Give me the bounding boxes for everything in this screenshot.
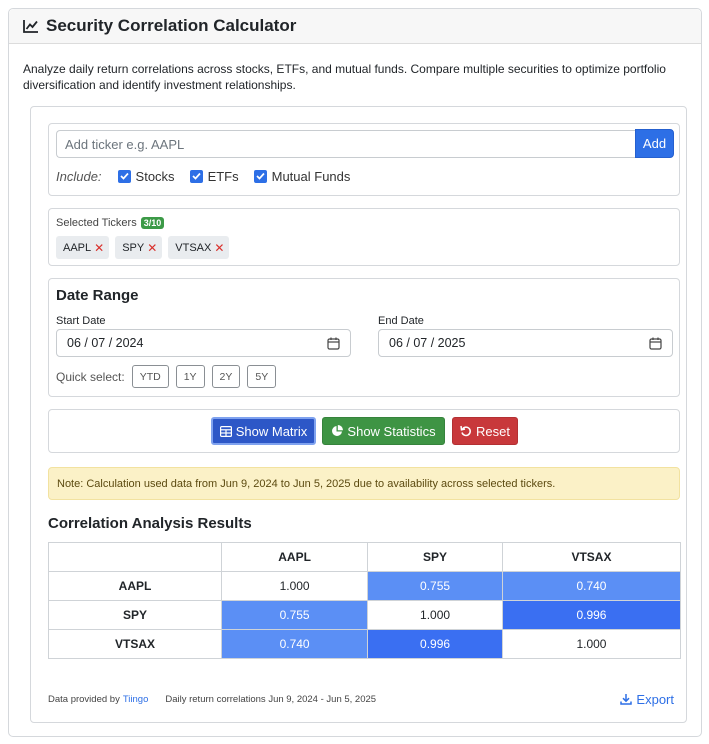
column-header: AAPL [220,542,369,572]
start-date-value: 06 / 07 / 2024 [67,336,144,350]
undo-icon [460,425,471,437]
correlation-cell: 1.000 [501,629,682,659]
ticker-chip-label: SPY [122,241,145,254]
remove-icon[interactable]: ✕ [147,241,157,255]
calculator-panel: Add Include: Stocks ETFs [30,106,687,723]
quick-select-label: Quick select: [56,369,125,384]
quick-select: Quick select: YTD 1Y 2Y 5Y [56,365,283,388]
start-date-input[interactable]: 06 / 07 / 2024 [56,329,351,357]
ticker-input[interactable] [56,130,635,158]
actions-box: Show Matrix Show Statistics Reset [48,409,680,453]
row-header: SPY [48,600,222,630]
show-statistics-button[interactable]: Show Statistics [322,417,445,445]
table-row: SPY 0.755 1.000 0.996 [48,600,682,630]
show-matrix-button[interactable]: Show Matrix [211,417,316,445]
quick-5y-button[interactable]: 5Y [247,365,277,388]
ticker-count-badge: 3/10 [140,217,165,229]
selected-tickers-title: Selected Tickers 3/10 [56,217,165,229]
quick-2y-button[interactable]: 2Y [211,365,241,388]
checkbox-checked-icon[interactable] [253,169,267,183]
reset-button[interactable]: Reset [452,417,518,445]
mutual-funds-label: Mutual Funds [271,168,351,184]
ticker-chip-label: VTSAX [175,241,212,254]
show-matrix-label: Show Matrix [235,423,308,439]
export-button[interactable]: Export [620,689,674,709]
table-header-row: AAPL SPY VTSAX [48,542,682,572]
mutual-funds-checkbox[interactable]: Mutual Funds [253,168,351,184]
include-label: Include: [56,168,102,184]
correlation-cell: 0.740 [501,571,682,601]
export-label: Export [636,691,674,707]
calendar-icon[interactable] [327,337,340,350]
ticker-entry-box: Add Include: Stocks ETFs [48,123,680,196]
start-date-label: Start Date [56,315,106,327]
column-header: SPY [367,542,503,572]
row-header: AAPL [48,571,222,601]
add-ticker-button[interactable]: Add [635,129,674,158]
etfs-checkbox[interactable]: ETFs [189,168,239,184]
date-range-title: Date Range [56,287,139,304]
reset-label: Reset [476,423,510,439]
row-header: VTSAX [48,629,222,659]
ticker-chips: AAPL ✕ SPY ✕ VTSAX ✕ [56,236,235,259]
stocks-checkbox[interactable]: Stocks [117,168,175,184]
include-filters: Include: Stocks ETFs Mutual Funds [56,166,365,186]
table-row: VTSAX 0.740 0.996 1.000 [48,629,682,659]
correlation-cell: 0.996 [367,629,503,659]
correlation-matrix: AAPL SPY VTSAX AAPL 1.000 0.755 0.740 SP… [48,542,682,659]
correlation-cell: 0.755 [220,600,369,630]
table-row: AAPL 1.000 0.755 0.740 [48,571,682,601]
checkbox-checked-icon[interactable] [117,169,131,183]
results-title: Correlation Analysis Results [48,515,252,532]
data-availability-note: Note: Calculation used data from Jun 9, … [48,467,680,500]
correlation-cell: 0.755 [367,571,503,601]
show-statistics-label: Show Statistics [347,423,436,439]
tiingo-link[interactable]: Tiingo [123,694,149,705]
selected-tickers-label: Selected Tickers [56,217,137,229]
ticker-chip: SPY ✕ [115,236,163,259]
ticker-chip-label: AAPL [63,241,92,254]
ticker-chip: VTSAX ✕ [168,236,230,259]
correlation-cell: 0.996 [501,600,682,630]
end-date-value: 06 / 07 / 2025 [389,336,466,350]
download-icon [620,694,633,705]
intro-text: Analyze daily return correlations across… [23,62,666,92]
etfs-label: ETFs [207,168,239,184]
column-header: VTSAX [501,542,682,572]
correlation-cell: 1.000 [367,600,503,630]
correlation-cell: 1.000 [220,571,369,601]
pie-chart-icon [332,425,344,436]
data-provided-label: Data provided by [48,693,120,705]
stocks-label: Stocks [135,168,175,184]
table-icon [219,425,232,437]
selected-tickers-box: Selected Tickers 3/10 AAPL ✕ SPY ✕ VTSAX… [48,208,680,266]
end-date-label: End Date [378,315,424,327]
date-range-box: Date Range Start Date 06 / 07 / 2024 End… [48,278,680,397]
end-date-input[interactable]: 06 / 07 / 2025 [378,329,673,357]
ticker-chip: AAPL ✕ [56,236,110,259]
quick-ytd-button[interactable]: YTD [131,365,169,388]
correlation-cell: 0.740 [220,629,369,659]
quick-1y-button[interactable]: 1Y [175,365,205,388]
calendar-icon[interactable] [649,337,662,350]
correlation-range-text: Daily return correlations Jun 9, 2024 - … [165,693,377,705]
checkbox-checked-icon[interactable] [189,169,203,183]
results-footer: Data provided by Tiingo Daily return cor… [48,689,680,709]
line-chart-icon [23,20,38,33]
page-title: Security Correlation Calculator [46,16,297,35]
card-header: Security Correlation Calculator [9,9,701,44]
remove-icon[interactable]: ✕ [94,241,104,255]
calculator-card: Security Correlation Calculator Analyze … [8,8,702,737]
table-corner-cell [48,542,222,572]
remove-icon[interactable]: ✕ [214,241,224,255]
